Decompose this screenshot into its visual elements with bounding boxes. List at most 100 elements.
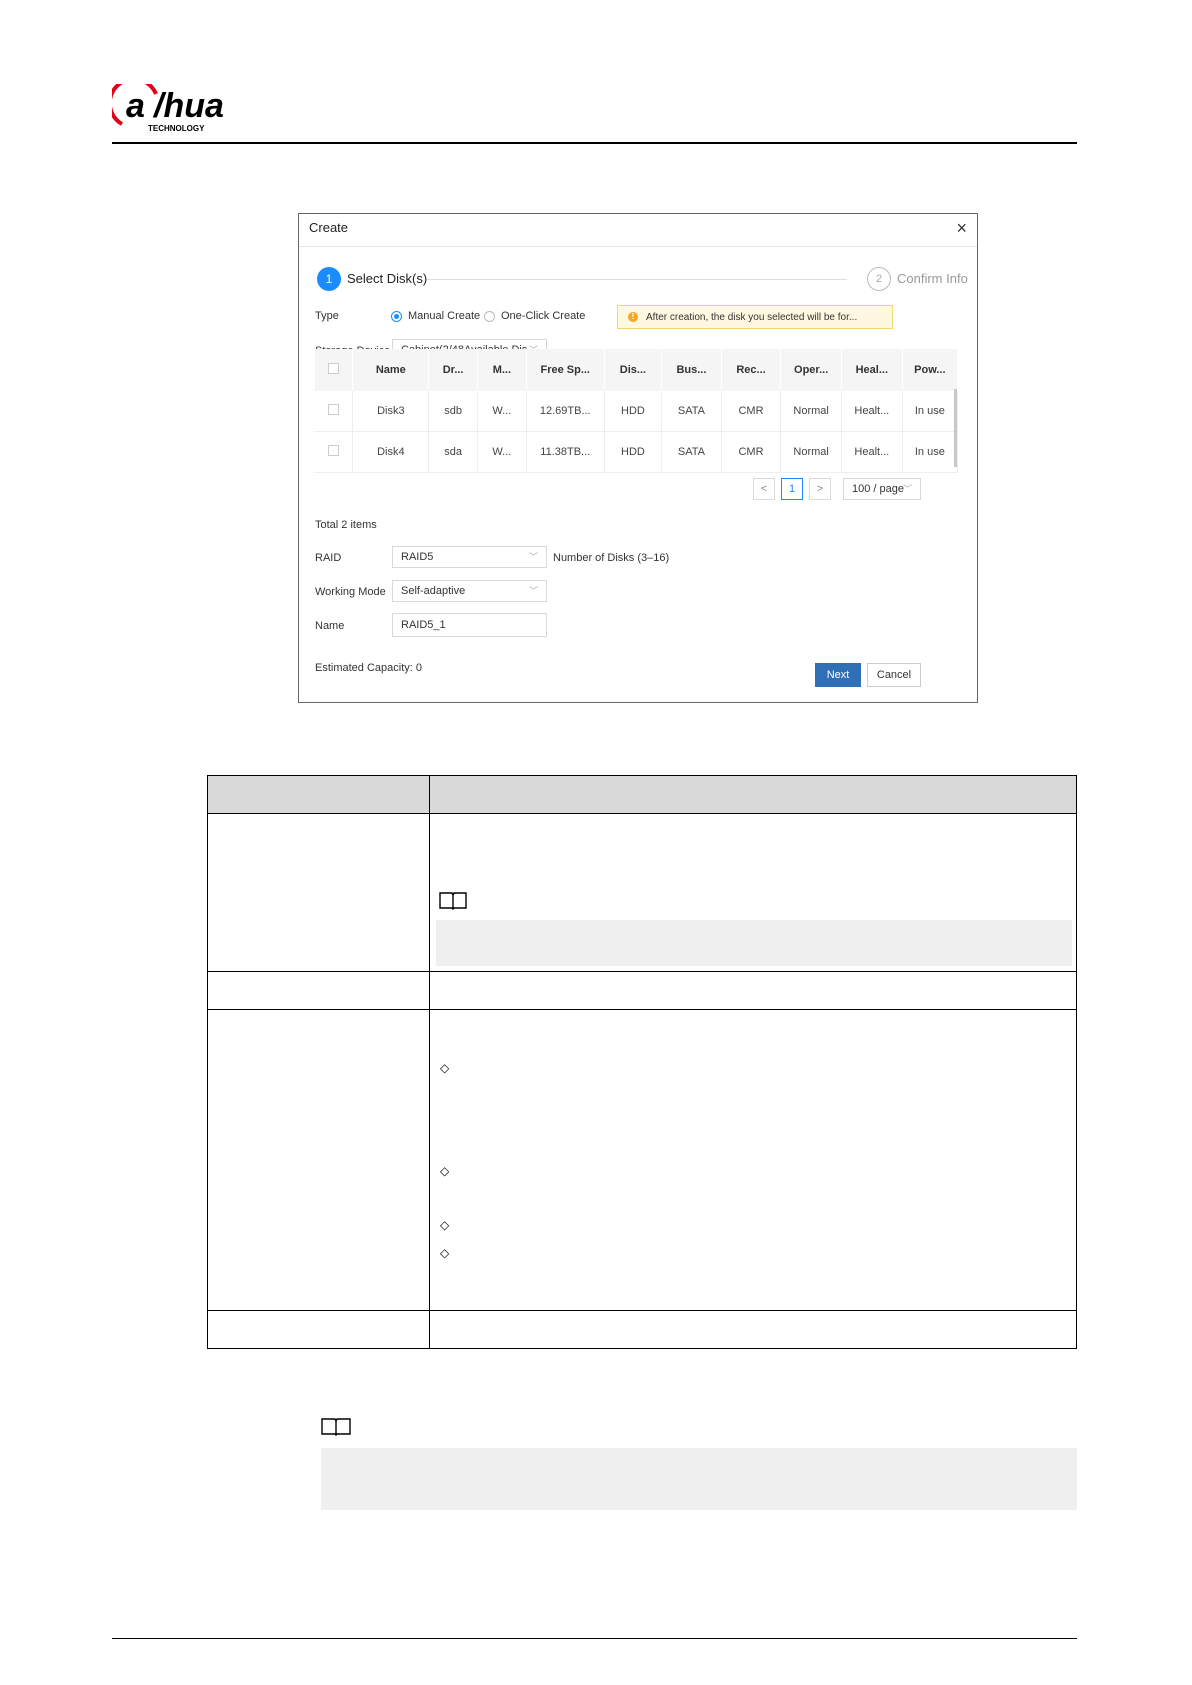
select-all-checkbox-cell[interactable] xyxy=(315,349,354,391)
parameter-cell xyxy=(207,1009,430,1311)
header-cell-parameter xyxy=(207,774,430,815)
raid-select[interactable]: RAID5 ﹀ xyxy=(392,546,547,568)
working-mode-select[interactable]: Self-adaptive ﹀ xyxy=(392,580,547,602)
chevron-down-icon: ﹀ xyxy=(528,586,538,596)
chevron-down-icon: ﹀ xyxy=(902,484,912,494)
description-cell xyxy=(429,813,1077,973)
raid-label: RAID xyxy=(315,552,342,564)
column-header: M... xyxy=(477,349,527,391)
column-header: Pow... xyxy=(902,349,959,391)
working-mode-value: Self-adaptive xyxy=(401,585,466,597)
table-cell: HDD xyxy=(604,431,663,473)
parameter-cell xyxy=(207,971,430,1011)
creation-warning-alert: ! After creation, the disk you selected … xyxy=(617,305,893,329)
table-cell: CMR xyxy=(721,431,782,473)
column-header: Name xyxy=(352,349,430,391)
header-cell-description xyxy=(429,774,1077,815)
note-book-icon xyxy=(438,890,468,911)
header-rule xyxy=(112,142,1077,144)
column-header: Dis... xyxy=(604,349,663,391)
parameter-cell xyxy=(207,813,430,973)
close-icon[interactable]: × xyxy=(956,218,967,239)
select-all-checkbox[interactable] xyxy=(328,363,340,374)
manual-create-radio[interactable] xyxy=(391,311,402,322)
table-cell: Healt... xyxy=(841,431,903,473)
column-header: Dr... xyxy=(428,349,478,391)
parameter-table-header xyxy=(207,774,1077,815)
step-1-indicator: 1 xyxy=(317,267,341,291)
manual-create-label[interactable]: Manual Create xyxy=(408,310,480,322)
note-book-icon xyxy=(320,1416,352,1436)
table-row[interactable]: Disk3 sdb W... 12.69TB... HDD SATA CMR N… xyxy=(315,391,959,432)
table-cell: Normal xyxy=(780,391,842,432)
svg-text:/hua: /hua xyxy=(152,87,224,125)
table-row[interactable]: Disk4 sda W... 11.38TB... HDD SATA CMR N… xyxy=(315,431,959,473)
row-checkbox[interactable] xyxy=(328,445,340,456)
footer-rule xyxy=(112,1638,1077,1639)
parameter-row xyxy=(207,1309,1077,1350)
step-1-label: Select Disk(s) xyxy=(347,271,428,286)
column-header: Oper... xyxy=(780,349,842,391)
one-click-create-label[interactable]: One-Click Create xyxy=(501,310,585,322)
svg-text:TECHNOLOGY: TECHNOLOGY xyxy=(148,124,205,133)
row-checkbox[interactable] xyxy=(328,404,340,415)
prev-page-button[interactable]: < xyxy=(753,478,775,500)
number-of-disks-hint: Number of Disks (3–16) xyxy=(553,552,670,564)
table-cell: In use xyxy=(902,431,959,473)
warning-icon: ! xyxy=(628,312,638,322)
table-cell: sdb xyxy=(428,391,478,432)
description-cell xyxy=(429,971,1077,1011)
column-header: Heal... xyxy=(841,349,903,391)
table-cell: W... xyxy=(477,391,527,432)
disk-table: Name Dr... M... Free Sp... Dis... Bus...… xyxy=(315,349,959,473)
svg-text:a: a xyxy=(126,87,145,125)
dialog-header-divider xyxy=(299,246,977,247)
table-cell: HDD xyxy=(604,391,663,432)
table-scrollbar[interactable] xyxy=(954,389,957,467)
page-1-button[interactable]: 1 xyxy=(781,478,803,500)
step-2-label: Confirm Info xyxy=(897,271,968,286)
name-label: Name xyxy=(315,620,345,632)
note-box xyxy=(321,1448,1077,1510)
next-page-button[interactable]: > xyxy=(809,478,831,500)
alert-text: After creation, the disk you selected wi… xyxy=(646,312,858,323)
table-cell: Disk3 xyxy=(352,391,430,432)
name-input[interactable]: RAID5_1 xyxy=(392,613,547,637)
table-cell: sda xyxy=(428,431,478,473)
page-size-select[interactable]: 100 / page ﹀ xyxy=(843,478,921,500)
row-checkbox-cell[interactable] xyxy=(315,391,354,432)
step-connector xyxy=(427,279,847,280)
dialog-title: Create xyxy=(309,220,349,235)
note-box xyxy=(436,920,1072,967)
parameter-table: ◇ ◇ ◇ ◇ xyxy=(207,774,1077,1350)
disk-table-header: Name Dr... M... Free Sp... Dis... Bus...… xyxy=(315,349,959,391)
parameter-cell xyxy=(207,1309,430,1350)
description-cell xyxy=(429,1309,1077,1350)
working-mode-label: Working Mode xyxy=(315,586,386,598)
next-button[interactable]: Next xyxy=(815,663,861,687)
page-size-value: 100 / page xyxy=(852,483,904,495)
table-cell: CMR xyxy=(721,391,782,432)
step-2-indicator: 2 xyxy=(867,267,891,291)
estimated-capacity: Estimated Capacity: 0 xyxy=(315,662,422,674)
cancel-button[interactable]: Cancel xyxy=(867,663,921,687)
table-cell: In use xyxy=(902,391,959,432)
bullet-diamond-icon: ◇ xyxy=(440,1246,450,1261)
bullet-diamond-icon: ◇ xyxy=(440,1218,450,1233)
dahua-logo: a /hua TECHNOLOGY xyxy=(107,77,272,136)
column-header: Rec... xyxy=(721,349,782,391)
table-cell: 11.38TB... xyxy=(526,431,605,473)
table-cell: Disk4 xyxy=(352,431,430,473)
table-cell: Healt... xyxy=(841,391,903,432)
create-dialog: Create × 1 Select Disk(s) 2 Confirm Info… xyxy=(298,213,978,703)
table-cell: SATA xyxy=(661,431,722,473)
description-cell: ◇ ◇ ◇ ◇ xyxy=(429,1009,1077,1311)
table-cell: Normal xyxy=(780,431,842,473)
one-click-create-radio[interactable] xyxy=(484,311,495,322)
type-label: Type xyxy=(315,310,339,322)
parameter-row xyxy=(207,971,1077,1011)
parameter-row xyxy=(207,813,1077,973)
column-header: Free Sp... xyxy=(526,349,605,391)
table-cell: W... xyxy=(477,431,527,473)
row-checkbox-cell[interactable] xyxy=(315,431,354,473)
